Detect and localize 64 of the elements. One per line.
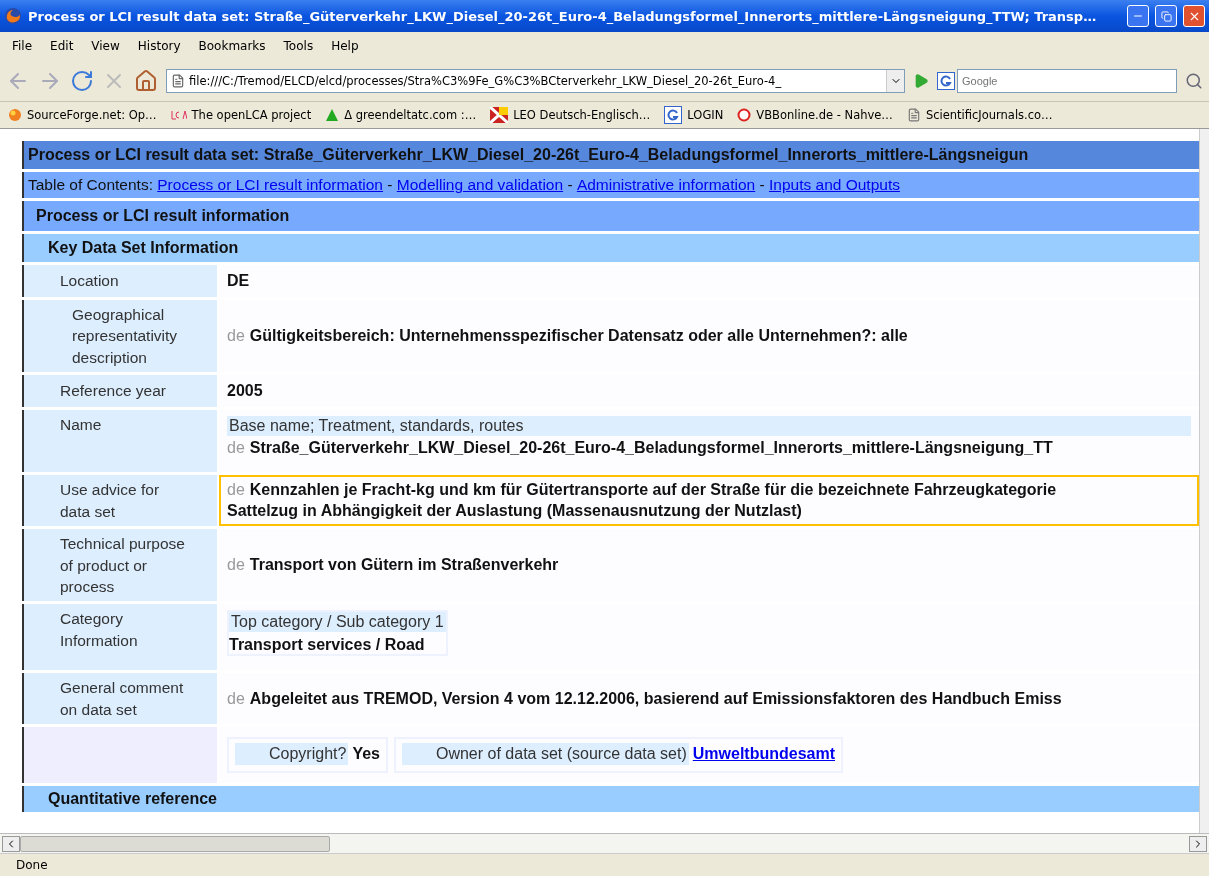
- field-label: Name: [24, 410, 217, 473]
- status-text: Done: [0, 853, 1209, 876]
- scroll-left-button[interactable]: [2, 835, 20, 852]
- go-button[interactable]: [913, 72, 929, 89]
- search-field[interactable]: Google: [957, 68, 1177, 93]
- separator: -: [758, 176, 766, 194]
- section-heading: Process or LCI result information: [22, 201, 1199, 231]
- scroll-right-button[interactable]: [1189, 835, 1207, 852]
- bookmark-link[interactable]: SourceForge.net: Op…: [8, 108, 157, 122]
- subsection-heading: Quantitative reference: [22, 786, 1199, 812]
- field-label: Use advice for data set: [24, 475, 217, 527]
- menu-item[interactable]: Edit: [42, 37, 82, 55]
- menu-item[interactable]: View: [83, 37, 128, 55]
- toc-link[interactable]: Administrative information: [576, 176, 756, 194]
- bookmark-link[interactable]: The openLCA project: [170, 108, 312, 122]
- separator: -: [566, 176, 574, 194]
- separator: -: [386, 176, 394, 194]
- field-label: Geographical representativity description: [24, 300, 217, 373]
- field-label: Location: [24, 265, 217, 297]
- ring-icon: [737, 108, 752, 122]
- toc-link[interactable]: Modelling and validation: [396, 176, 564, 194]
- search-engine-button[interactable]: [937, 71, 955, 90]
- bookmark-link[interactable]: Δ greendeltatc.com :…: [325, 108, 477, 122]
- reload-button[interactable]: [70, 68, 94, 93]
- restore-icon: [1160, 10, 1172, 22]
- horizontal-scrollbar[interactable]: [0, 833, 1209, 853]
- orb-icon: [8, 108, 22, 122]
- subsection-heading: Key Data Set Information: [22, 234, 1199, 262]
- browser-logo-icon: [4, 7, 22, 25]
- field-label: Reference year: [24, 375, 217, 408]
- dropdown-button[interactable]: [886, 69, 904, 92]
- page-icon: [171, 73, 185, 88]
- g-icon: [664, 106, 683, 124]
- minimize-button[interactable]: [1127, 5, 1149, 27]
- vertical-scrollbar[interactable]: [1199, 129, 1209, 833]
- value-cell: de Kennzahlen je Fracht-kg und km für Gütertransporte auf der Straße für die bezeichnete Fahrzeugkategorie Sattelzug in Abhängigkeit der Auslastung (Massenausnutzung der Nutzlast): [219, 475, 1199, 527]
- field-label: Category Information: [24, 604, 217, 671]
- address-field[interactable]: file:///C:/Tremod/ELCD/elcd/processes/Stra%C3%9Fe_G%C3%BCterverkehr_LKW_Diesel_20-26t_Euro-4_: [166, 68, 905, 93]
- field-label: Technical purpose of product or process: [24, 529, 217, 602]
- field-label: General comment on data set: [24, 673, 217, 724]
- page-title: Process or LCI result data set: Straße_Güterverkehr_LKW_Diesel_20-26t_Euro-4_Beladungsformel_Innerorts_mittlere-Längsneigun: [22, 141, 1199, 169]
- bookmark-link[interactable]: ScientificJournals.co…: [906, 108, 1053, 122]
- bookmark-link[interactable]: LOGIN: [664, 106, 724, 124]
- close-button[interactable]: [1183, 5, 1205, 27]
- flag-icon: [490, 107, 509, 123]
- menu-item[interactable]: History: [129, 37, 189, 55]
- search-button[interactable]: [1185, 71, 1203, 90]
- bookmark-link[interactable]: LEO Deutsch-Englisch…: [490, 107, 651, 123]
- page-icon: [906, 108, 921, 122]
- menu-item[interactable]: Help: [323, 37, 367, 55]
- menu-item[interactable]: Bookmarks: [190, 37, 274, 55]
- owner-link[interactable]: Umweltbundesamt: [692, 745, 835, 763]
- toc-link[interactable]: Process or LCI result information: [157, 176, 383, 194]
- menu-item[interactable]: Tools: [275, 37, 322, 55]
- window-title: Process or LCI result data set: Straße_Güterverkehr_LKW_Diesel_20-26t_Euro-4_Beladungsformel_Innerorts_mittlere-Längsneigung_TTW; Transp…: [28, 8, 1098, 24]
- restore-button[interactable]: [1155, 5, 1177, 27]
- lca-logo-icon: [170, 109, 187, 121]
- toc-link[interactable]: Inputs and Outputs: [769, 176, 900, 194]
- bookmark-link[interactable]: VBBonline.de - Nahve…: [737, 108, 893, 122]
- toc-label: Table of Contents:: [28, 176, 154, 194]
- triangle-icon: [325, 108, 340, 122]
- home-button[interactable]: [134, 68, 158, 93]
- scroll-thumb[interactable]: [20, 835, 330, 852]
- menu-item[interactable]: File: [4, 37, 41, 55]
